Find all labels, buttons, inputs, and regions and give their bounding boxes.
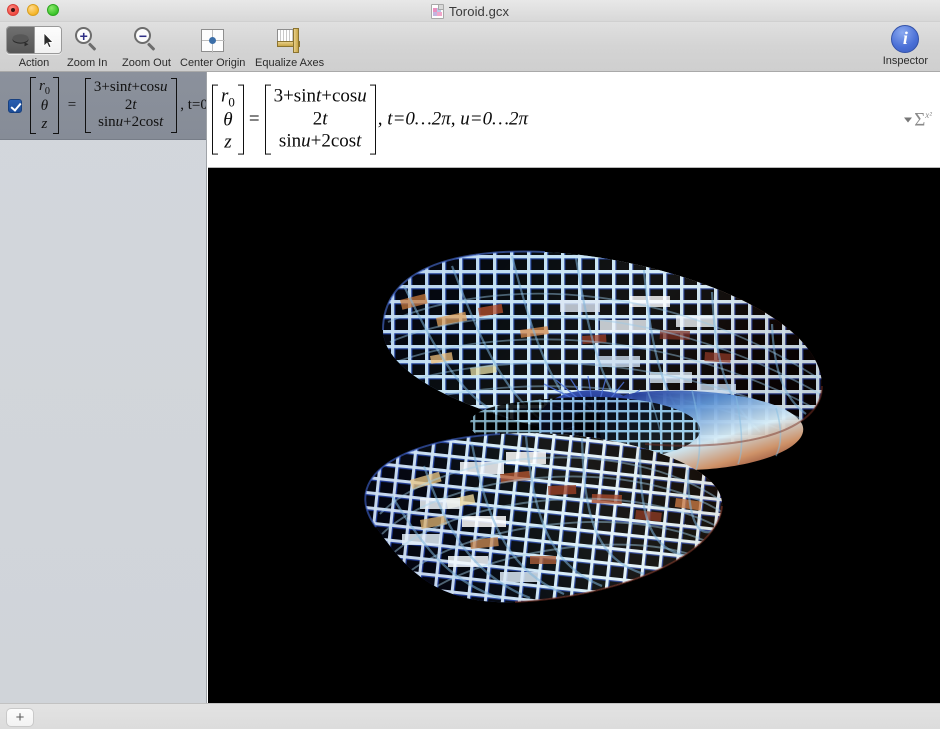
sidebar-equation-formula: r0 θ z = 3+sint+cosu 2t sinu+2cost , t=0 — [30, 76, 206, 135]
toolbar-item-zoom-in[interactable]: + Zoom In — [67, 22, 107, 70]
toolbar-item-zoom-out[interactable]: − Zoom Out — [122, 22, 171, 70]
zoom-button[interactable] — [47, 4, 59, 16]
window-title: Toroid.gcx — [448, 3, 510, 19]
application-window: Toroid.gcx Action + Zoom In − Zoom Out C… — [0, 0, 940, 729]
formula-equals-sign: = — [248, 108, 260, 130]
title-area: Toroid.gcx — [0, 0, 940, 22]
toolbar-label-action: Action — [18, 57, 50, 69]
formula-bar[interactable]: r0 θ z = 3+sint+cosu 2t sinu+2cost , t=0… — [208, 72, 940, 168]
parametric-toroid-mesh — [208, 168, 940, 703]
close-button[interactable] — [7, 4, 19, 16]
magnifier-minus-icon: − — [133, 27, 159, 53]
toolbar-label-equalize-axes: Equalize Axes — [255, 57, 325, 69]
equalize-axes-icon — [277, 27, 302, 53]
document-graph-icon — [430, 3, 444, 19]
add-equation-button[interactable]: + — [6, 708, 34, 727]
magnifier-plus-icon: + — [74, 27, 100, 53]
toolbar-group-equalize-axes: Equalize Axes — [255, 22, 324, 72]
select-mode-button[interactable] — [34, 27, 61, 53]
toolbar-group-action: Action — [6, 22, 62, 72]
formula-bar-expression[interactable]: r0 θ z = 3+sint+cosu 2t sinu+2cost , t=0… — [212, 84, 528, 155]
minimize-button[interactable] — [27, 4, 39, 16]
info-circle-icon: i — [891, 25, 920, 53]
toolbar-item-center-origin[interactable]: Center Origin — [180, 22, 245, 70]
bottom-bar: + — [0, 703, 940, 729]
equation-enabled-checkbox[interactable] — [8, 98, 22, 113]
toolbar-item-action[interactable]: Action — [6, 22, 62, 70]
toolbar-item-inspector[interactable]: i Inspector — [883, 22, 928, 75]
equation-sidebar[interactable]: r0 θ z = 3+sint+cosu 2t sinu+2cost , t=0 — [0, 72, 207, 703]
sidebar-equation-tail: , t=0 — [180, 96, 206, 113]
toolbar-group-zoom-out: − Zoom Out — [122, 22, 171, 72]
toolbar-label-center-origin: Center Origin — [180, 57, 246, 69]
formula-domain-range: , t=0…2π, u=0…2π — [377, 108, 529, 130]
title-bar: Toroid.gcx — [0, 0, 940, 22]
math-palette-button[interactable]: Σx² — [904, 110, 932, 129]
orbit-rotate-icon — [12, 33, 29, 46]
graph-canvas[interactable] — [208, 168, 940, 703]
rotate-mode-button[interactable] — [7, 27, 34, 53]
chevron-down-icon — [904, 117, 913, 122]
toolbar-group-center-origin: Center Origin — [180, 22, 245, 72]
toolbar: Action + Zoom In − Zoom Out Center Origi… — [0, 22, 940, 72]
toolbar-item-equalize-axes[interactable]: Equalize Axes — [255, 22, 324, 70]
toolbar-label-inspector: Inspector — [882, 55, 928, 67]
center-origin-icon — [201, 28, 226, 53]
window-controls — [7, 4, 59, 16]
sidebar-equation-row[interactable]: r0 θ z = 3+sint+cosu 2t sinu+2cost , t=0 — [0, 72, 206, 140]
arrow-cursor-icon — [43, 32, 54, 48]
action-mode-segmented-control[interactable] — [6, 26, 62, 54]
toolbar-group-zoom-in: + Zoom In — [67, 22, 107, 72]
toolbar-label-zoom-in: Zoom In — [67, 57, 108, 69]
sigma-math-palette-icon: Σx² — [914, 109, 932, 130]
toolbar-label-zoom-out: Zoom Out — [122, 57, 171, 69]
